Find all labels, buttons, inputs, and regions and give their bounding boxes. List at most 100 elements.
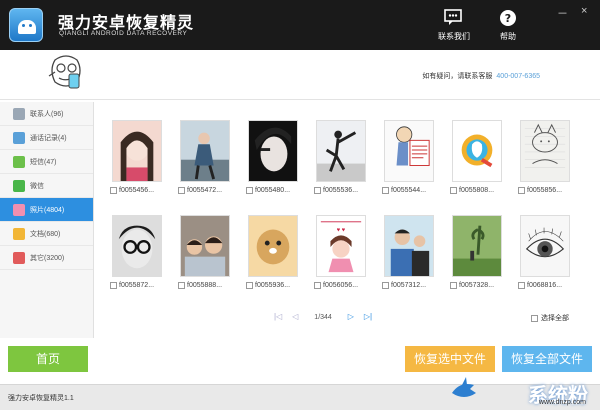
photo-grid: f0055456... f0055472... f0055480... f005553… [100, 112, 596, 312]
close-button[interactable]: × [581, 5, 587, 17]
contact-us-button[interactable]: 联系我们 [432, 9, 476, 42]
photo-image[interactable] [112, 120, 162, 182]
next-page-button[interactable]: ▷ [348, 312, 354, 321]
photo-image[interactable]: ♥ ♥ [316, 215, 366, 277]
photo-image[interactable] [316, 120, 366, 182]
photo-thumbnail[interactable]: f0057312... [372, 215, 434, 291]
photo-checkbox[interactable] [314, 282, 321, 290]
photo-filename: f0055472... [187, 187, 223, 195]
photo-thumbnail[interactable]: f0055856... [508, 120, 570, 196]
photo-thumbnail[interactable]: f0055456... [100, 120, 162, 196]
sidebar-item[interactable]: 通话记录(4) [0, 126, 93, 150]
watermark: 系统粉 www.dnzp.com [442, 377, 592, 410]
help-button[interactable]: ? 帮助 [486, 9, 530, 42]
version-label: 强力安卓恢复精灵1.1 [8, 395, 74, 402]
photo-image[interactable] [452, 120, 502, 182]
select-all[interactable]: 选择全部 [531, 313, 569, 323]
photo-checkbox[interactable] [246, 187, 253, 195]
wechat-icon [13, 180, 25, 192]
photo-image[interactable] [520, 215, 570, 277]
first-page-button[interactable]: |◁ [274, 312, 282, 321]
last-page-button[interactable]: ▷| [364, 312, 372, 321]
minimize-button[interactable]: － [557, 5, 568, 21]
photo-filename: f0055936... [255, 282, 291, 290]
photo-filename: f0055856... [527, 187, 563, 195]
photo-image[interactable] [520, 120, 570, 182]
photo-checkbox[interactable] [518, 282, 525, 290]
photo-checkbox[interactable] [178, 187, 185, 195]
photo-image[interactable] [180, 120, 230, 182]
photo-filename: f0055456... [119, 187, 155, 195]
document-icon [13, 228, 25, 240]
status-bar: 强力安卓恢复精灵1.1 系统粉 www.dnzp.com [0, 377, 600, 410]
contact-us-label: 联系我们 [438, 32, 470, 41]
photo-checkbox[interactable] [450, 282, 457, 290]
photo-checkbox[interactable] [518, 187, 525, 195]
support-contact: 如有疑问，请联系客服 400-007-6365 [422, 71, 540, 81]
photo-checkbox[interactable] [382, 282, 389, 290]
prev-page-button[interactable]: ◁ [292, 312, 298, 321]
photo-icon [13, 204, 25, 216]
sidebar-item-label: 通话记录(4) [30, 135, 67, 142]
sidebar-item[interactable]: 文档(680) [0, 222, 93, 246]
photo-thumbnail[interactable]: f0068816... [508, 215, 570, 291]
sidebar-item-label: 其它(3200) [30, 255, 65, 262]
home-button[interactable]: 首页 [8, 346, 88, 372]
chat-icon [444, 9, 462, 25]
app-logo-icon [9, 8, 43, 42]
photo-thumbnail[interactable]: f0055808... [440, 120, 502, 196]
photo-image[interactable] [384, 120, 434, 182]
recover-all-button[interactable]: 恢复全部文件 [502, 346, 592, 372]
svg-text:?: ? [505, 12, 511, 25]
photo-thumbnail[interactable]: f0055872... [100, 215, 162, 291]
photo-checkbox[interactable] [178, 282, 185, 290]
photo-checkbox[interactable] [314, 187, 321, 195]
app-subtitle: QIANGLI ANDROID DATA RECOVERY [59, 30, 188, 37]
sidebar-item[interactable]: 其它(3200) [0, 246, 93, 270]
photo-thumbnail[interactable]: f0055544... [372, 120, 434, 196]
support-phone: 400-007-6365 [496, 73, 540, 80]
photo-filename: f0055808... [459, 187, 495, 195]
photo-filename: f0055872... [119, 282, 155, 290]
photo-thumbnail[interactable]: f0055536... [304, 120, 366, 196]
photo-image[interactable] [112, 215, 162, 277]
photo-checkbox[interactable] [110, 187, 117, 195]
select-all-checkbox[interactable] [531, 314, 538, 322]
photo-image[interactable] [452, 215, 502, 277]
photo-checkbox[interactable] [450, 187, 457, 195]
photo-checkbox[interactable] [246, 282, 253, 290]
svg-text:♥ ♥: ♥ ♥ [337, 227, 346, 233]
select-all-label: 选择全部 [541, 315, 569, 322]
photo-filename: f0055536... [323, 187, 359, 195]
photo-image[interactable] [248, 120, 298, 182]
photo-filename: f0056056... [323, 282, 359, 290]
sidebar-item[interactable]: 联系人(96) [0, 102, 93, 126]
sidebar-item[interactable]: 短信(47) [0, 150, 93, 174]
photo-filename: f0055480... [255, 187, 291, 195]
photo-thumbnail[interactable]: f0055480... [236, 120, 298, 196]
photo-image[interactable] [384, 215, 434, 277]
help-icon: ? [500, 10, 516, 26]
sidebar-item-label: 文档(680) [30, 231, 61, 238]
pagination: |◁ ◁ 1/344 ▷ ▷| [270, 312, 376, 321]
photo-filename: f0055888... [187, 282, 223, 290]
sms-icon [13, 156, 25, 168]
sidebar-item[interactable]: 照片(4804) [0, 198, 93, 222]
support-text: 如有疑问，请联系客服 [422, 73, 493, 80]
photo-thumbnail[interactable]: f0055936... [236, 215, 298, 291]
photo-checkbox[interactable] [382, 187, 389, 195]
photo-image[interactable] [180, 215, 230, 277]
photo-thumbnail[interactable]: ♥ ♥ f0056056... [304, 215, 366, 291]
shark-logo-icon [452, 377, 476, 397]
page-indicator: 1/344 [314, 314, 332, 321]
photo-thumbnail[interactable]: f0055888... [168, 215, 230, 291]
header-bar: 如有疑问，请联系客服 400-007-6365 [0, 50, 600, 100]
photo-thumbnail[interactable]: f0057328... [440, 215, 502, 291]
photo-checkbox[interactable] [110, 282, 117, 290]
photo-thumbnail[interactable]: f0055472... [168, 120, 230, 196]
sidebar-item[interactable]: 微信 [0, 174, 93, 198]
photo-image[interactable] [248, 215, 298, 277]
recover-selected-button[interactable]: 恢复选中文件 [405, 346, 495, 372]
watermark-url: www.dnzp.com [538, 399, 586, 406]
contacts-icon [13, 108, 25, 120]
